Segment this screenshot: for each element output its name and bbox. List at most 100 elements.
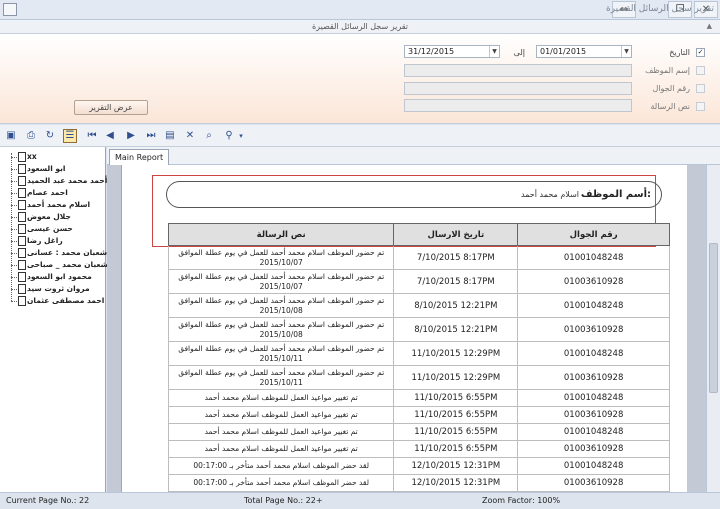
message-cell: تم تغيير مواعيد العمل للموظف اسلام محمد … (167, 406, 395, 424)
tree-item-label: راغل رضا (27, 236, 63, 245)
tree-item[interactable]: ابو السعود (11, 163, 106, 175)
message-cell: تم تغيير مواعيد العمل للموظف اسلام محمد … (167, 423, 395, 441)
message-checkbox[interactable] (696, 102, 705, 111)
chevron-down-icon[interactable]: ▼ (621, 46, 631, 57)
date-cell: 8/10/2015 12:21PM (393, 317, 519, 342)
last-page-icon[interactable]: ⏭ (144, 129, 158, 143)
employee-name-value: اسلام محمد أحمد (520, 190, 579, 199)
tree-item-label: احمد عصام (27, 188, 68, 197)
table-row: تم تغيير مواعيد العمل للموظف اسلام محمد … (167, 423, 670, 441)
date-to-field[interactable]: 31/12/2015 ▼ (404, 45, 500, 58)
tree-item[interactable]: محمود ابو السعود (11, 271, 106, 283)
date-cell: 8/10/2015 12:21PM (393, 293, 519, 318)
tree-connector (11, 217, 17, 218)
tree-item-label: مروان ثروت سيد (27, 284, 90, 293)
document-icon (18, 164, 26, 174)
message-cell: تم حضور الموظف اسلام محمد أحمد للعمل في … (167, 341, 395, 366)
document-icon (18, 188, 26, 198)
tree-connector (11, 169, 17, 170)
mobile-field[interactable] (404, 82, 632, 95)
stop-icon[interactable]: ✕ (183, 129, 197, 143)
show-report-button[interactable]: عرض التقرير (74, 100, 148, 115)
table-row: تم حضور الموظف اسلام محمد أحمد للعمل في … (167, 293, 670, 318)
document-icon (18, 224, 26, 234)
table-row: تم حضور الموظف اسلام محمد أحمد للعمل في … (167, 269, 670, 294)
date-cell: 12/10/2015 12:31PM (393, 457, 519, 475)
tree-item[interactable]: مروان ثروت سيد (11, 283, 106, 295)
window-icon[interactable] (3, 3, 17, 16)
date-from-field[interactable]: 01/01/2015 ▼ (536, 45, 632, 58)
table-row: تم تغيير مواعيد العمل للموظف اسلام محمد … (167, 406, 670, 424)
tree-item[interactable]: احمد عصام (11, 187, 106, 199)
report-viewer: أسم الموظف: اسلام محمد أحمد نص الرسالة ت… (107, 165, 720, 492)
tree-item-label: xx (27, 152, 37, 161)
employee-checkbox[interactable] (696, 66, 705, 75)
document-icon (18, 176, 26, 186)
date-checkbox[interactable]: ✓ (696, 48, 705, 57)
group-tree: xx ابو السعود أحمد محمد عبد الحميد احمد عصا… (0, 147, 114, 492)
mobile-cell: 01001048248 (517, 293, 670, 318)
mobile-cell: 01003610928 (517, 365, 670, 390)
refresh-icon[interactable]: ↻ (43, 129, 57, 143)
tree-item[interactable]: جلال معوض (11, 211, 106, 223)
tab-main-report[interactable]: Main Report (109, 149, 170, 165)
tree-connector (11, 229, 17, 230)
report-toolbar: ▣ ⎙ ↻ ☰ ⏮ ◀ ▶ ⏭ ▤ ✕ ⌕ ⚲ ▾ (0, 125, 720, 147)
document-icon (18, 296, 26, 306)
total-page-status: Total Page No.: 22+ (244, 496, 323, 505)
export-icon[interactable]: ▣ (4, 129, 18, 143)
next-page-icon[interactable]: ▶ (124, 129, 138, 143)
message-cell: تم حضور الموظف اسلام محمد أحمد للعمل في … (167, 365, 395, 390)
document-icon (18, 200, 26, 210)
tree-item[interactable]: ى احمد مصطفى عثمان (11, 295, 114, 307)
document-icon (18, 272, 26, 282)
message-cell: لقد حضر الموظف اسلام محمد أحمد متأخر بـ … (167, 474, 395, 492)
collapse-arrow-icon[interactable]: ▲ (707, 20, 712, 33)
tree-item[interactable]: راغل رضا (11, 235, 106, 247)
tree-item[interactable]: حسن عيسى (11, 223, 106, 235)
tree-item[interactable]: أحمد محمد عبد الحميد (11, 175, 107, 187)
tree-connector (11, 253, 17, 254)
tree-item[interactable]: xx (11, 151, 106, 163)
date-to-label: إلى (513, 48, 525, 57)
print-icon[interactable]: ⎙ (24, 129, 38, 143)
mobile-cell: 01001048248 (517, 457, 670, 475)
document-icon (18, 260, 26, 270)
document-icon (18, 236, 26, 246)
find-icon[interactable]: ⌕ (202, 129, 216, 143)
report-page: أسم الموظف: اسلام محمد أحمد نص الرسالة ت… (121, 165, 687, 492)
date-cell: 11/10/2015 12:29PM (393, 365, 519, 390)
message-field[interactable] (404, 99, 632, 112)
document-icon (18, 212, 26, 222)
tree-connector (11, 265, 17, 266)
zoom-dropdown-icon[interactable]: ▾ (234, 129, 248, 143)
document-icon (18, 284, 26, 294)
table-row: تم تغيير مواعيد العمل للموظف اسلام محمد … (167, 440, 670, 458)
tree-item[interactable]: شعبان محمد _ صباحى (11, 259, 108, 271)
group-tree-icon[interactable]: ☰ (63, 129, 77, 143)
tree-item-label: شعبان محمد : عسانى (27, 248, 108, 257)
tree-connector (11, 289, 17, 290)
tree-connector (11, 193, 17, 194)
goto-page-icon[interactable]: ▤ (163, 129, 177, 143)
vertical-scrollbar[interactable] (706, 165, 720, 492)
first-page-icon[interactable]: ⏮ (85, 129, 99, 143)
tree-connector (11, 277, 17, 278)
mobile-cell: 01001048248 (517, 423, 670, 441)
tree-item-label: اسلام محمد أحمد (27, 200, 91, 209)
tree-item-label: ى احمد مصطفى عثمان (27, 296, 114, 305)
message-cell: تم حضور الموظف اسلام محمد أحمد للعمل في … (167, 269, 395, 294)
status-bar: Current Page No.: 22 Total Page No.: 22+… (0, 492, 720, 509)
mobile-cell: 01001048248 (517, 389, 670, 407)
date-to-value: 31/12/2015 (408, 47, 455, 56)
tree-item[interactable]: اسلام محمد أحمد (11, 199, 106, 211)
table-header-row: نص الرسالة تاريخ الارسال رقم الجوال (167, 223, 670, 246)
chevron-down-icon[interactable]: ▼ (489, 46, 499, 57)
mobile-checkbox[interactable] (696, 84, 705, 93)
employee-field[interactable] (404, 64, 632, 77)
tree-item[interactable]: شعبان محمد : عسانى (11, 247, 108, 259)
prev-page-icon[interactable]: ◀ (103, 129, 117, 143)
scrollbar-thumb[interactable] (709, 243, 718, 393)
document-icon (18, 152, 26, 162)
tree-item-label: جلال معوض (27, 212, 71, 221)
